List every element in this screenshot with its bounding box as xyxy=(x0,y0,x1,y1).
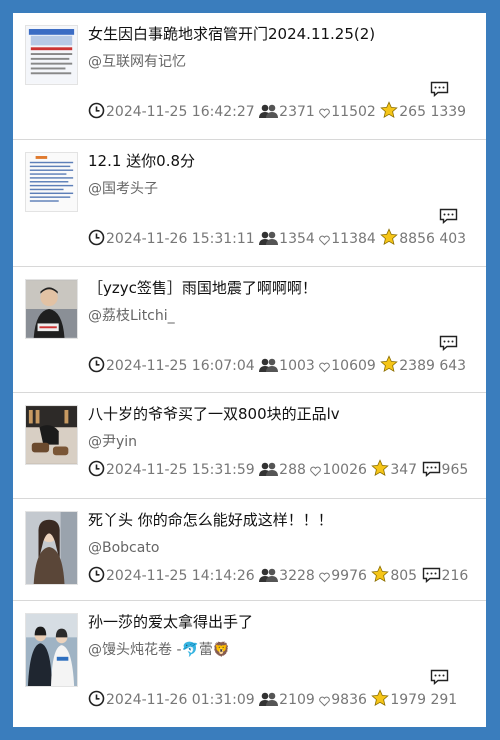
item-meta: 2024-11-25 16:42:27 2371 11502 265 1339 xyxy=(88,79,476,123)
feed-item[interactable]: ［yzyc签售］雨国地震了啊啊啊！ @荔枝Litchi_ 2024-11-25 … xyxy=(13,267,486,393)
star-icon xyxy=(371,565,390,583)
item-meta: 2024-11-25 16:07:04 1003 10609 2389 643 xyxy=(88,333,476,377)
item-title[interactable]: 12.1 送你0.8分 xyxy=(88,150,476,172)
feed-item[interactable]: 八十岁的爷爷买了一双800块的正品lv @尹yin 2024-11-25 15:… xyxy=(13,393,486,499)
item-time: 2024-11-26 15:31:11 xyxy=(106,231,255,247)
item-title[interactable]: 女生因白事跪地求宿管开门2024.11.25(2) xyxy=(88,23,476,45)
item-author[interactable]: @互联网有记忆 xyxy=(88,51,476,73)
thumbnail[interactable] xyxy=(25,279,78,339)
thumbnail[interactable] xyxy=(25,511,78,585)
item-views: 2371 xyxy=(279,104,315,120)
heart-icon xyxy=(310,466,322,477)
clock-icon xyxy=(88,102,105,119)
thumbnail-photo xyxy=(26,280,77,338)
item-likes: 9836 xyxy=(331,692,367,708)
comment-icon xyxy=(439,335,458,351)
item-favorites: 347 xyxy=(390,462,418,478)
item-likes: 9976 xyxy=(331,568,367,584)
item-favorites: 265 xyxy=(399,104,426,120)
comment-icon xyxy=(422,567,441,583)
item-meta: 2024-11-25 15:31:59 288 10026 347 965 xyxy=(88,459,476,481)
item-title[interactable]: 孙一莎的爱太拿得出手了 xyxy=(88,611,476,633)
item-meta: 2024-11-26 15:31:11 1354 11384 8856 403 xyxy=(88,206,476,250)
thumbnail-photo xyxy=(26,512,77,584)
item-views: 288 xyxy=(279,462,306,478)
thumbnail-photo xyxy=(26,614,77,686)
item-author[interactable]: @尹yin xyxy=(88,431,476,453)
heart-icon xyxy=(319,362,331,373)
feed-item[interactable]: 女生因白事跪地求宿管开门2024.11.25(2) @互联网有记忆 2024-1… xyxy=(13,13,486,140)
feed-item[interactable]: 孙一莎的爱太拿得出手了 @馒头炖花卷 -🐬蕾🦁 2024-11-26 01:31… xyxy=(13,601,486,727)
item-comments: 216 xyxy=(441,568,469,584)
item-comments: 403 xyxy=(439,231,467,247)
item-meta: 2024-11-25 14:14:26 3228 9976 805 216 xyxy=(88,565,476,587)
people-icon xyxy=(259,462,279,477)
item-author[interactable]: @Bobcato xyxy=(88,537,476,559)
item-author[interactable]: @馒头炖花卷 -🐬蕾🦁 xyxy=(88,639,476,661)
item-likes: 11502 xyxy=(331,104,376,120)
feed-item[interactable]: 死丫头 你的命怎么能好成这样！！！ @Bobcato 2024-11-25 14… xyxy=(13,499,486,601)
star-icon xyxy=(380,228,399,246)
item-favorites: 8856 xyxy=(399,231,435,247)
heart-icon xyxy=(319,108,331,119)
clock-icon xyxy=(88,460,105,477)
item-likes: 10609 xyxy=(331,358,376,374)
star-icon xyxy=(380,101,399,119)
clock-icon xyxy=(88,690,105,707)
star-icon xyxy=(380,355,399,373)
item-favorites: 1979 xyxy=(390,692,426,708)
star-icon xyxy=(371,459,390,477)
people-icon xyxy=(259,692,279,707)
comment-icon xyxy=(430,81,449,97)
item-title[interactable]: 八十岁的爷爷买了一双800块的正品lv xyxy=(88,403,476,425)
thumbnail-screenshot xyxy=(26,26,77,84)
thumbnail[interactable] xyxy=(25,405,78,465)
star-icon xyxy=(371,689,390,707)
item-time: 2024-11-25 15:31:59 xyxy=(106,462,255,478)
item-views: 1003 xyxy=(279,358,315,374)
heart-icon xyxy=(319,696,331,707)
item-title[interactable]: 死丫头 你的命怎么能好成这样！！！ xyxy=(88,509,476,531)
people-icon xyxy=(259,104,279,119)
item-time: 2024-11-25 14:14:26 xyxy=(106,568,255,584)
item-comments: 291 xyxy=(430,692,458,708)
feed-item[interactable]: 12.1 送你0.8分 @国考头子 2024-11-26 15:31:11 13… xyxy=(13,140,486,267)
item-time: 2024-11-26 01:31:09 xyxy=(106,692,255,708)
comment-icon xyxy=(430,669,449,685)
thumbnail-photo xyxy=(26,406,77,464)
clock-icon xyxy=(88,229,105,246)
item-likes: 11384 xyxy=(331,231,376,247)
item-time: 2024-11-25 16:42:27 xyxy=(106,104,255,120)
thumbnail[interactable] xyxy=(25,613,78,687)
heart-icon xyxy=(319,572,331,583)
item-favorites: 805 xyxy=(390,568,418,584)
thumbnail[interactable] xyxy=(25,25,78,85)
item-time: 2024-11-25 16:07:04 xyxy=(106,358,255,374)
item-author[interactable]: @荔枝Litchi_ xyxy=(88,305,476,327)
comment-icon xyxy=(422,461,441,477)
item-likes: 10026 xyxy=(322,462,367,478)
item-views: 3228 xyxy=(279,568,315,584)
people-icon xyxy=(259,231,279,246)
clock-icon xyxy=(88,566,105,583)
item-comments: 965 xyxy=(441,462,469,478)
people-icon xyxy=(259,568,279,583)
item-views: 2109 xyxy=(279,692,315,708)
item-views: 1354 xyxy=(279,231,315,247)
item-favorites: 2389 xyxy=(399,358,435,374)
item-comments: 643 xyxy=(439,358,467,374)
comment-icon xyxy=(439,208,458,224)
people-icon xyxy=(259,358,279,373)
clock-icon xyxy=(88,356,105,373)
heart-icon xyxy=(319,235,331,246)
item-author[interactable]: @国考头子 xyxy=(88,178,476,200)
thumbnail[interactable] xyxy=(25,152,78,212)
thumbnail-screenshot xyxy=(26,153,77,211)
item-comments: 1339 xyxy=(430,104,467,120)
item-title[interactable]: ［yzyc签售］雨国地震了啊啊啊！ xyxy=(88,277,476,299)
feed-list: 女生因白事跪地求宿管开门2024.11.25(2) @互联网有记忆 2024-1… xyxy=(13,13,486,727)
item-meta: 2024-11-26 01:31:09 2109 9836 1979 291 xyxy=(88,667,476,711)
